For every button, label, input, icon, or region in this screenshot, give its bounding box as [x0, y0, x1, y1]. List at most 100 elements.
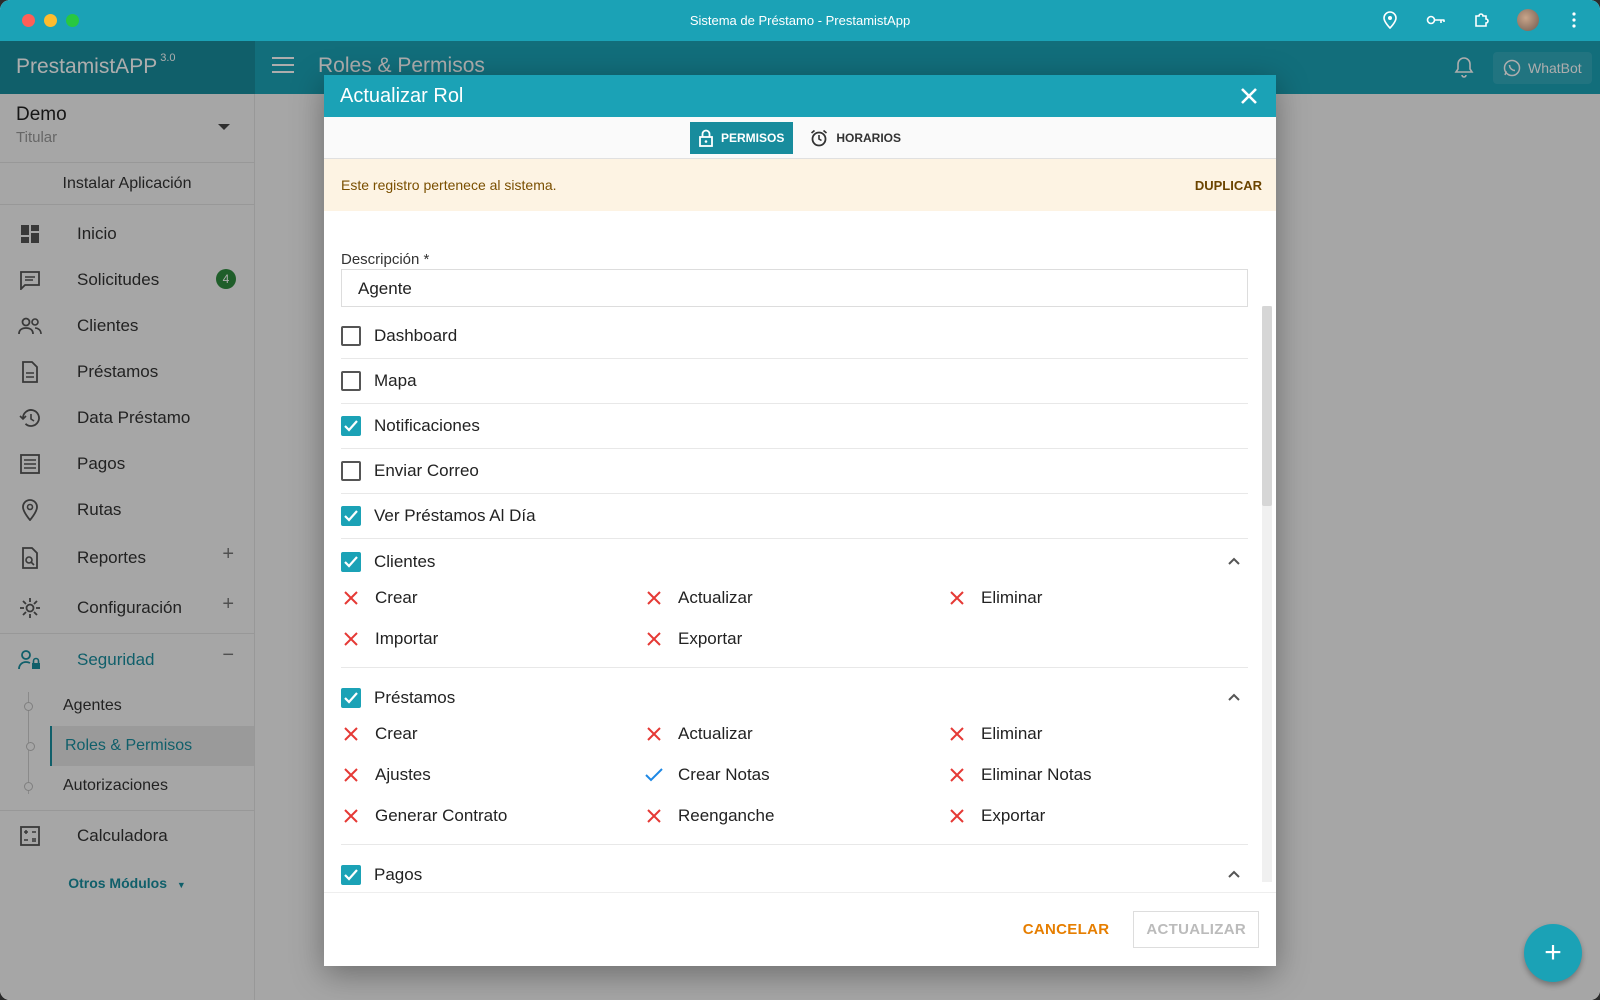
maximize-window-button[interactable]	[66, 14, 79, 27]
perm-prestamos-actualizar[interactable]: Actualizar	[644, 722, 753, 746]
allow-check-icon	[644, 765, 664, 785]
perm-clientes-exportar[interactable]: Exportar	[644, 627, 742, 651]
perm-prestamos-crear[interactable]: Crear	[341, 722, 418, 746]
perm-row-ver-prestamos[interactable]: Ver Préstamos Al Día	[341, 494, 1248, 539]
group-label: Pagos	[374, 864, 423, 884]
duplicate-button[interactable]: DUPLICAR	[1195, 178, 1262, 193]
deny-x-icon	[341, 806, 361, 826]
notice-text: Este registro pertenece al sistema.	[341, 177, 557, 193]
chevron-up-icon[interactable]	[1226, 553, 1242, 569]
cancel-button[interactable]: CANCELAR	[1019, 911, 1114, 948]
description-label: Descripción *	[341, 251, 430, 268]
perm-label: Generar Contrato	[375, 806, 508, 825]
perm-clientes-actualizar[interactable]: Actualizar	[644, 586, 753, 610]
dialog-tabs: PERMISOS HORARIOS	[324, 117, 1276, 159]
app-window: Sistema de Préstamo - PrestamistApp Pres…	[0, 0, 1600, 1000]
checkbox[interactable]	[341, 371, 361, 391]
system-record-notice: Este registro pertenece al sistema. DUPL…	[324, 159, 1276, 211]
scrollbar-thumb[interactable]	[1262, 306, 1272, 506]
deny-x-icon	[644, 629, 664, 649]
perm-label: Importar	[375, 629, 439, 648]
perm-prestamos-eliminar[interactable]: Eliminar	[947, 722, 1042, 746]
deny-x-icon	[947, 724, 967, 744]
close-window-button[interactable]	[22, 14, 35, 27]
perm-row-dashboard[interactable]: Dashboard	[341, 314, 1248, 359]
update-button[interactable]: ACTUALIZAR	[1133, 911, 1259, 948]
tab-label: PERMISOS	[720, 130, 785, 145]
group-label: Préstamos	[374, 687, 456, 707]
description-input[interactable]: Agente	[341, 269, 1248, 307]
deny-x-icon	[341, 765, 361, 785]
perm-label: Eliminar	[981, 588, 1043, 607]
browser-toolbar	[1378, 8, 1586, 32]
deny-x-icon	[947, 806, 967, 826]
checkbox-checked[interactable]	[341, 864, 361, 885]
perm-label: Notificaciones	[374, 416, 480, 435]
perm-label: Dashboard	[374, 326, 458, 345]
deny-x-icon	[947, 588, 967, 608]
perm-row-mapa[interactable]: Mapa	[341, 359, 1248, 404]
extension-icon[interactable]	[1470, 8, 1494, 32]
chevron-up-icon[interactable]	[1226, 866, 1242, 882]
perm-prestamos-exportar[interactable]: Exportar	[947, 804, 1045, 828]
perm-label: Crear Notas	[678, 765, 770, 784]
checkbox-checked[interactable]	[341, 551, 361, 572]
perm-prestamos-ajustes[interactable]: Ajustes	[341, 763, 431, 787]
dialog-header: Actualizar Rol	[324, 75, 1276, 117]
traffic-lights	[22, 14, 79, 27]
group-label: Clientes	[374, 551, 436, 571]
more-menu-icon[interactable]	[1562, 8, 1586, 32]
group-pagos[interactable]: Pagos	[341, 852, 1248, 892]
perm-label: Actualizar	[678, 588, 753, 607]
tab-horarios[interactable]: HORARIOS	[801, 122, 910, 154]
perm-label: Mapa	[374, 371, 417, 390]
deny-x-icon	[644, 724, 664, 744]
perm-row-enviar-correo[interactable]: Enviar Correo	[341, 449, 1248, 494]
perm-label: Eliminar	[981, 724, 1043, 743]
tab-permisos[interactable]: PERMISOS	[689, 121, 794, 154]
perm-label: Reenganche	[678, 806, 775, 825]
deny-x-icon	[644, 806, 664, 826]
perm-prestamos-reenganche[interactable]: Reenganche	[644, 804, 774, 828]
profile-avatar[interactable]	[1516, 8, 1540, 32]
chevron-up-icon[interactable]	[1226, 689, 1242, 705]
perm-prestamos-crear-notas[interactable]: Crear Notas	[644, 763, 770, 787]
dialog-footer: CANCELAR ACTUALIZAR	[324, 892, 1276, 966]
perm-prestamos-eliminar-notas[interactable]: Eliminar Notas	[947, 763, 1092, 787]
perm-label: Ver Préstamos Al Día	[374, 506, 536, 525]
perm-label: Actualizar	[678, 724, 753, 743]
perm-label: Ajustes	[375, 765, 431, 784]
checkbox[interactable]	[341, 326, 361, 346]
close-icon[interactable]	[1238, 85, 1260, 107]
perm-row-notificaciones[interactable]: Notificaciones	[341, 404, 1248, 449]
perm-prestamos-generar-contrato[interactable]: Generar Contrato	[341, 804, 507, 828]
location-pin-icon[interactable]	[1378, 8, 1402, 32]
perm-label: Exportar	[678, 629, 743, 648]
perm-label: Exportar	[981, 806, 1046, 825]
deny-x-icon	[341, 588, 361, 608]
perm-clientes-eliminar[interactable]: Eliminar	[947, 586, 1042, 610]
deny-x-icon	[341, 724, 361, 744]
minimize-window-button[interactable]	[44, 14, 57, 27]
group-clientes[interactable]: Clientes	[341, 539, 1248, 584]
perm-label: Crear	[375, 724, 418, 743]
add-fab-button[interactable]: +	[1524, 924, 1582, 982]
tab-label: HORARIOS	[836, 130, 902, 145]
checkbox-checked[interactable]	[341, 506, 361, 526]
deny-x-icon	[947, 765, 967, 785]
perm-clientes-importar[interactable]: Importar	[341, 627, 438, 651]
group-prestamos[interactable]: Préstamos	[341, 675, 1248, 720]
perm-clientes-crear[interactable]: Crear	[341, 586, 418, 610]
checkbox-checked[interactable]	[341, 687, 361, 708]
checkbox-checked[interactable]	[341, 416, 361, 436]
update-role-dialog: Actualizar Rol PERMISOS HORARIOS Este re…	[324, 75, 1276, 966]
checkbox[interactable]	[341, 461, 361, 481]
deny-x-icon	[341, 629, 361, 649]
perm-label: Enviar Correo	[374, 461, 479, 480]
alarm-icon	[811, 129, 828, 146]
key-icon[interactable]	[1424, 8, 1448, 32]
window-title: Sistema de Préstamo - PrestamistApp	[689, 13, 911, 28]
dialog-body: Descripción * Agente Dashboard Mapa Noti…	[324, 211, 1276, 892]
deny-x-icon	[644, 588, 664, 608]
dialog-title: Actualizar Rol	[340, 85, 464, 107]
